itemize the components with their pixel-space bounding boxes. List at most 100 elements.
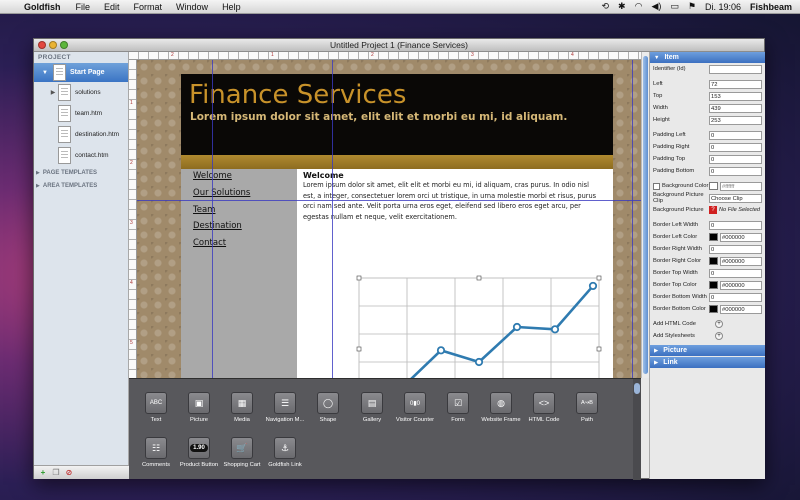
design-canvas[interactable]: 2 1 2 3 4 1 2 3 4 5 Finance Services Lor… [129,52,641,378]
menu-file[interactable]: File [69,2,98,12]
bluetooth-icon[interactable]: ✱ [618,1,626,12]
content-title[interactable]: Welcome [303,171,607,180]
widget-cart[interactable]: 🛒 Shopping Cart [221,437,263,468]
sidebar-item-team[interactable]: team.htm [34,103,128,124]
disclosure-right-icon[interactable]: ▶ [654,348,658,354]
border-bottom-color-swatch[interactable] [709,305,718,313]
padding-right-field[interactable]: 0 [709,142,762,152]
site-title[interactable]: Finance Services [189,80,406,110]
widget-globe[interactable]: ◍ Website Frame [480,392,522,423]
identifier-field[interactable] [709,64,762,74]
width-field[interactable]: 439 [709,103,762,113]
disclosure-right-icon[interactable]: ▶ [654,360,658,366]
resize-handle[interactable] [356,275,362,281]
site-subtitle[interactable]: Lorem ipsum dolor sit amet, elit elit et… [190,111,567,123]
resize-handle[interactable] [596,346,602,352]
widget-code[interactable]: <> HTML Code [523,392,565,423]
sidebar-item-contact[interactable]: contact.htm [34,145,128,166]
user-menu[interactable]: Fishbeam [750,2,792,12]
battery-icon[interactable]: ▭ [670,1,679,12]
clock[interactable]: Di. 19:06 [705,2,741,12]
resize-handle[interactable] [476,275,482,281]
widget-gallery[interactable]: ▤ Gallery [351,392,393,423]
inspector-header-item[interactable]: ▼ Item [650,52,765,63]
border-bottom-width-field[interactable]: 0 [709,292,762,302]
border-left-width-field[interactable]: 0 [709,220,762,230]
resize-handle[interactable] [356,346,362,352]
menu-format[interactable]: Format [127,2,170,12]
border-bottom-color-field[interactable]: #000000 [720,304,762,314]
widget-picture[interactable]: ▣ Picture [178,392,220,423]
volume-icon[interactable]: ◀) [651,1,661,12]
site-header[interactable]: Finance Services Lorem ipsum dolor sit a… [181,74,613,155]
add-icon[interactable]: + [38,468,48,477]
widget-text[interactable]: ABC Text [135,392,177,423]
disclosure-down-icon[interactable]: ▼ [42,70,48,76]
border-right-width-field[interactable]: 0 [709,244,762,254]
border-right-color-field[interactable]: #000000 [720,256,762,266]
padding-bottom-field[interactable]: 0 [709,166,762,176]
minimize-button[interactable] [49,41,57,49]
sidebar-section-page-templates[interactable]: ▶ PAGE TEMPLATES [34,166,128,179]
sidebar-section-area-templates[interactable]: ▶ AREA TEMPLATES [34,179,128,192]
nav-link-contact[interactable]: Contact [193,236,297,253]
background-color-field[interactable]: #ffffff [720,181,762,191]
widget-path[interactable]: A↝B Path [566,392,608,423]
guide-vertical[interactable] [212,60,213,378]
widget-link[interactable]: ⚓ Goldfish Link [264,437,306,468]
help-icon[interactable]: ? [709,206,717,214]
background-clip-select[interactable]: Choose Clip [709,193,762,203]
palette-scrollbar[interactable] [633,379,641,480]
menu-edit[interactable]: Edit [97,2,127,12]
padding-top-field[interactable]: 0 [709,154,762,164]
inspector-header-link[interactable]: ▶ Link [650,357,765,368]
widget-price[interactable]: 1.90 Product Button [178,437,220,468]
disclosure-down-icon[interactable]: ▼ [654,55,659,61]
height-field[interactable]: 253 [709,115,762,125]
border-top-color-field[interactable]: #000000 [720,280,762,290]
wifi-icon[interactable]: ◠ [635,1,643,12]
delete-icon[interactable]: ⊘ [64,468,74,477]
sidebar-item-destination[interactable]: destination.htm [34,124,128,145]
widget-media[interactable]: ▦ Media [221,392,263,423]
widget-counter[interactable]: 0▮0 Visitor Counter [394,392,436,423]
zoom-button[interactable] [60,41,68,49]
add-stylesheets-button[interactable]: + [715,332,723,340]
border-top-width-field[interactable]: 0 [709,268,762,278]
time-machine-icon[interactable]: ⟲ [601,1,609,12]
close-button[interactable] [38,41,46,49]
border-left-color-field[interactable]: #000000 [720,232,762,242]
padding-left-field[interactable]: 0 [709,130,762,140]
header-band[interactable] [181,155,613,169]
sidebar-item-solutions[interactable]: ▶ solutions [34,82,128,103]
left-field[interactable]: 72 [709,79,762,89]
top-field[interactable]: 153 [709,91,762,101]
background-picture-value[interactable]: No File Selected [719,207,760,213]
flag-icon[interactable]: ⚑ [688,1,696,12]
border-top-color-swatch[interactable] [709,281,718,289]
guide-vertical[interactable] [332,60,333,378]
widget-comments[interactable]: ☷ Comments [135,437,177,468]
menu-help[interactable]: Help [215,2,248,12]
menu-window[interactable]: Window [169,2,215,12]
widget-navigation[interactable]: ☰ Navigation M... [264,392,306,423]
canvas-scrollbar[interactable] [641,52,649,378]
background-color-swatch[interactable] [709,182,718,190]
widget-form[interactable]: ☑ Form [437,392,479,423]
resize-handle[interactable] [596,275,602,281]
disclosure-right-icon[interactable]: ▶ [48,89,58,96]
guide-vertical[interactable] [632,60,633,378]
background-color-checkbox[interactable] [653,182,660,190]
content-body[interactable]: Lorem ipsum dolor sit amet, elit elit et… [303,180,598,222]
sidebar-item-start-page[interactable]: ▼ Start Page [34,63,128,82]
disclosure-right-icon[interactable]: ▶ [36,170,40,176]
duplicate-icon[interactable]: ❐ [51,468,61,477]
inspector-header-picture[interactable]: ▶ Picture [650,345,765,356]
app-menu[interactable]: Goldfish [22,2,69,12]
title-bar[interactable]: Untitled Project 1 (Finance Services) [34,39,764,52]
border-right-color-swatch[interactable] [709,257,718,265]
border-left-color-swatch[interactable] [709,233,718,241]
add-html-button[interactable]: + [715,320,723,328]
nav-link-welcome[interactable]: Welcome [193,169,297,186]
nav-link-destination[interactable]: Destination [193,219,297,236]
